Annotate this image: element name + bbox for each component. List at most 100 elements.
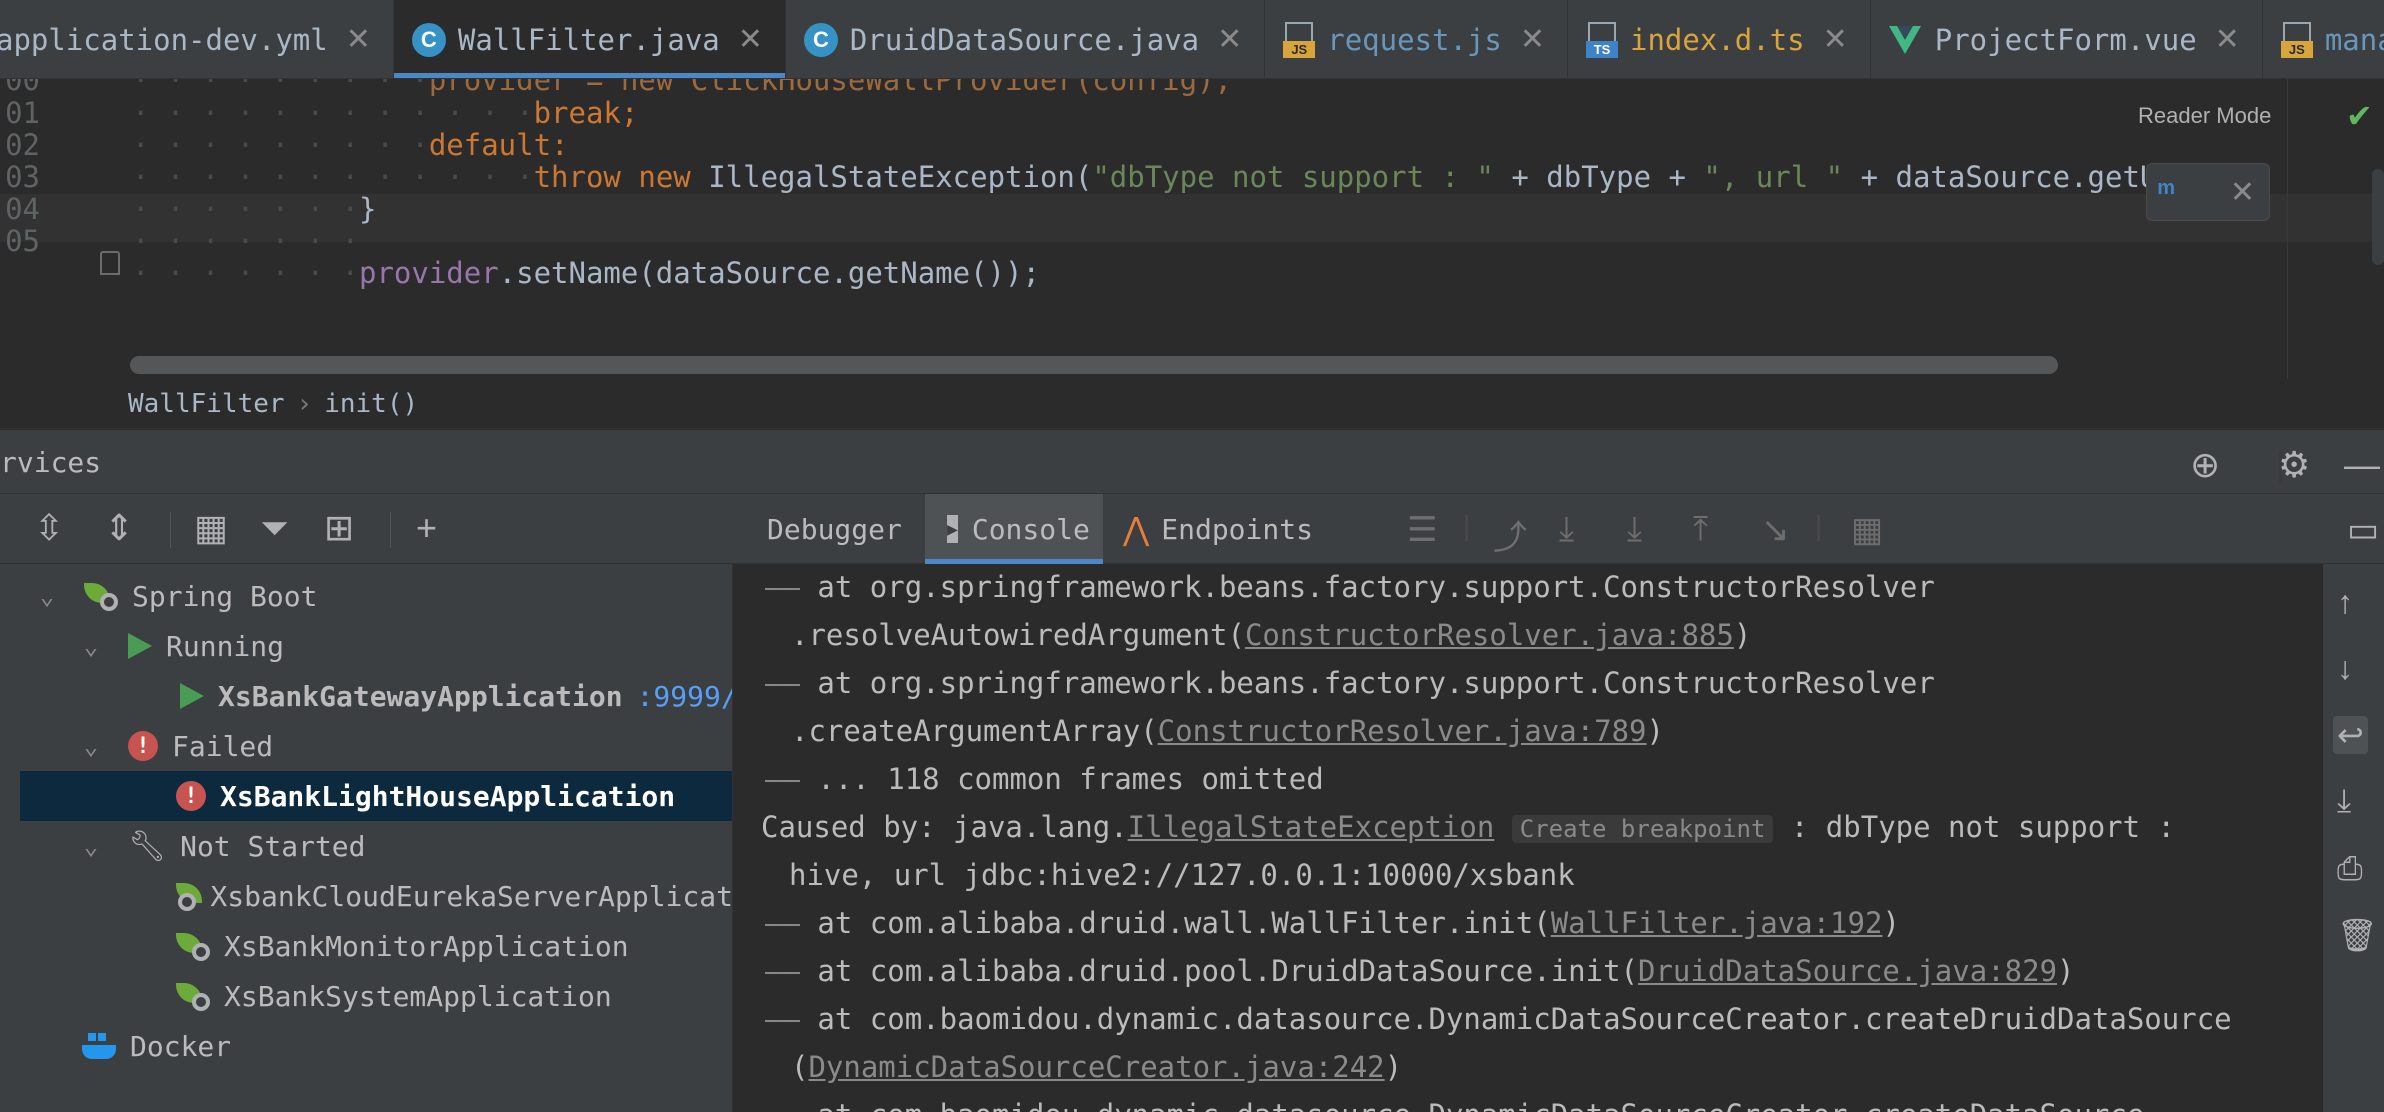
chevron-down-icon[interactable]: ⌄	[78, 632, 104, 660]
line-number: 02	[5, 128, 40, 162]
layout-icon[interactable]: ▭	[2347, 510, 2379, 550]
add-icon[interactable]: +	[416, 508, 437, 548]
tab-endpoints[interactable]: ⋀ Endpoints	[1123, 494, 1313, 564]
console-line: —— at com.alibaba.druid.pool.DruidDataSo…	[765, 954, 2075, 988]
minimize-icon[interactable]: —	[2344, 444, 2380, 486]
js-file-icon: JS	[1283, 21, 1316, 58]
check-icon[interactable]: ✔	[2346, 97, 2373, 135]
create-breakpoint-hint[interactable]: Create breakpoint	[1511, 815, 1774, 843]
horizontal-scrollbar[interactable]	[130, 356, 2058, 374]
code-editor[interactable]: 00 01 02 03 04 05 · · · · · · · · ·provi…	[0, 79, 2384, 379]
fold-icon[interactable]	[100, 251, 120, 275]
java-class-icon: C	[803, 22, 838, 57]
tab-request-js[interactable]: JS request.js ✕	[1265, 0, 1569, 78]
ts-file-icon: TS	[1586, 21, 1619, 58]
show-execution-point-icon[interactable]: ⤴	[1493, 510, 1527, 559]
tree-label: XsbankCloudEurekaServerApplicat	[210, 879, 733, 913]
arrow-down-icon[interactable]: ↓	[2337, 650, 2353, 687]
close-icon[interactable]: ✕	[1520, 22, 1545, 57]
endpoints-icon: ⋀	[1123, 510, 1150, 548]
exception-link[interactable]: IllegalStateException	[1128, 810, 1495, 844]
tab-wallfilter-java[interactable]: C WallFilter.java ✕	[393, 0, 786, 78]
port-link[interactable]: :9999/	[637, 680, 732, 713]
tab-label: Endpoints	[1161, 512, 1313, 546]
trash-icon[interactable]: 🗑︎	[2337, 916, 2378, 954]
stack-trace-link[interactable]: DruidDataSource.java:829	[1638, 954, 2057, 988]
step-over-icon[interactable]: ⤓	[1559, 510, 1574, 549]
tree-node-spring-boot[interactable]: ⌄ Spring Boot	[0, 571, 732, 621]
step-out-icon[interactable]: ⤒	[1693, 510, 1708, 549]
close-icon[interactable]: ✕	[738, 22, 763, 57]
chevron-right-icon: ›	[296, 388, 313, 419]
tree-node-failed[interactable]: ⌄ ! Failed	[0, 721, 732, 771]
breadcrumb-method[interactable]: init()	[324, 389, 418, 419]
stack-trace-link[interactable]: ConstructorResolver.java:885	[1245, 618, 1734, 652]
code-line: · · · · · · · · · · · ·throw new Illegal…	[132, 160, 2263, 194]
crosshair-icon[interactable]: ⊕	[2190, 444, 2220, 486]
line-number: 03	[5, 160, 40, 194]
tree-label: Not Started	[180, 829, 366, 863]
chevron-down-icon[interactable]: ⌄	[78, 732, 104, 760]
gear-icon[interactable]: ⚙	[2278, 444, 2310, 486]
tab-label: WallFilter.java	[457, 22, 720, 57]
collapse-all-icon[interactable]: ⇕	[104, 508, 134, 548]
tree-node-eureka-app[interactable]: XsbankCloudEurekaServerApplicat	[0, 871, 733, 921]
tree-node-lighthouse-app[interactable]: ! XsBankLightHouseApplication	[20, 771, 732, 821]
new-group-icon[interactable]: ⊞	[324, 508, 354, 548]
menu-icon[interactable]: ☰	[1407, 510, 1437, 550]
tree-node-gateway-app[interactable]: XsBankGatewayApplication :9999/	[0, 671, 732, 721]
tree-label: Docker	[130, 1029, 232, 1063]
evaluate-icon[interactable]: ▦	[1851, 510, 1883, 550]
tree-label: Spring Boot	[132, 579, 318, 613]
stack-trace-link[interactable]: DynamicDataSourceCreator.java:242	[808, 1050, 1384, 1084]
console-line: Caused by: java.lang.IllegalStateExcepti…	[761, 810, 2175, 844]
arrow-up-icon[interactable]: ↑	[2337, 584, 2353, 621]
console-line: —— at com.baomidou.dynamic.datasource.Dy…	[765, 1098, 2144, 1112]
close-icon[interactable]: ✕	[2230, 175, 2255, 210]
tree-node-system-app[interactable]: XsBankSystemApplication	[0, 971, 732, 1021]
tab-projectform-vue[interactable]: ProjectForm.vue ✕	[1871, 0, 2263, 78]
tab-console[interactable]: ▶ Console	[925, 494, 1103, 564]
vertical-scrollbar[interactable]	[2372, 169, 2384, 265]
close-icon[interactable]: ✕	[2215, 22, 2240, 57]
tab-application-dev-yml[interactable]: application-dev.yml ✕	[0, 0, 394, 78]
chevron-down-icon[interactable]: ⌄	[78, 832, 104, 860]
close-icon[interactable]: ✕	[1217, 22, 1242, 57]
right-margin-guide	[2287, 79, 2288, 379]
group-by-icon[interactable]: ▦	[194, 508, 228, 548]
tab-druiddatasource-java[interactable]: C DruidDataSource.java ✕	[786, 0, 1266, 78]
tree-node-monitor-app[interactable]: XsBankMonitorApplication	[0, 921, 732, 971]
tree-node-docker[interactable]: Docker	[0, 1021, 732, 1071]
tree-node-running[interactable]: ⌄ Running	[0, 621, 732, 671]
scroll-to-end-icon[interactable]: ⤓	[2337, 782, 2351, 820]
close-icon[interactable]: ✕	[346, 22, 371, 57]
code-line: · · · · · · · · ·default:	[132, 128, 569, 162]
step-into-icon[interactable]: ⤓	[1627, 510, 1642, 549]
reader-mode-toggle[interactable]: Reader Mode	[2138, 103, 2271, 129]
tab-manage[interactable]: JS manage.	[2263, 0, 2384, 78]
tab-label: Debugger	[767, 512, 902, 546]
tree-node-not-started[interactable]: ⌄ 🔧︎ Not Started	[0, 821, 732, 871]
vue-file-icon	[1888, 25, 1921, 54]
divider: |	[1815, 510, 1823, 541]
close-icon[interactable]: ✕	[1823, 22, 1848, 57]
tab-index-d-ts[interactable]: TS index.d.ts ✕	[1568, 0, 1871, 78]
spring-boot-icon	[176, 931, 210, 961]
breadcrumb-class[interactable]: WallFilter	[128, 389, 285, 419]
tab-debugger[interactable]: Debugger	[733, 494, 934, 564]
stack-trace-link[interactable]: WallFilter.java:192	[1551, 906, 1883, 940]
error-icon: !	[176, 781, 206, 811]
print-icon[interactable]: ⎙	[2337, 850, 2363, 888]
console-output[interactable]: —— at org.springframework.beans.factory.…	[733, 564, 2323, 1112]
expand-all-icon[interactable]: ⇳	[34, 508, 64, 548]
spring-boot-icon	[84, 581, 118, 611]
stack-trace-link[interactable]: ConstructorResolver.java:789	[1158, 714, 1647, 748]
divider: |	[1463, 510, 1471, 541]
run-to-cursor-icon[interactable]: ↘	[1761, 510, 1790, 550]
tab-label: request.js	[1327, 22, 1502, 57]
filter-icon[interactable]: ⏷	[260, 508, 289, 548]
code-line: · · · · · · · · · · · ·break;	[132, 96, 639, 130]
soft-wrap-icon[interactable]: ↩	[2333, 716, 2368, 754]
tree-label: Failed	[172, 729, 274, 763]
chevron-down-icon[interactable]: ⌄	[34, 582, 60, 610]
